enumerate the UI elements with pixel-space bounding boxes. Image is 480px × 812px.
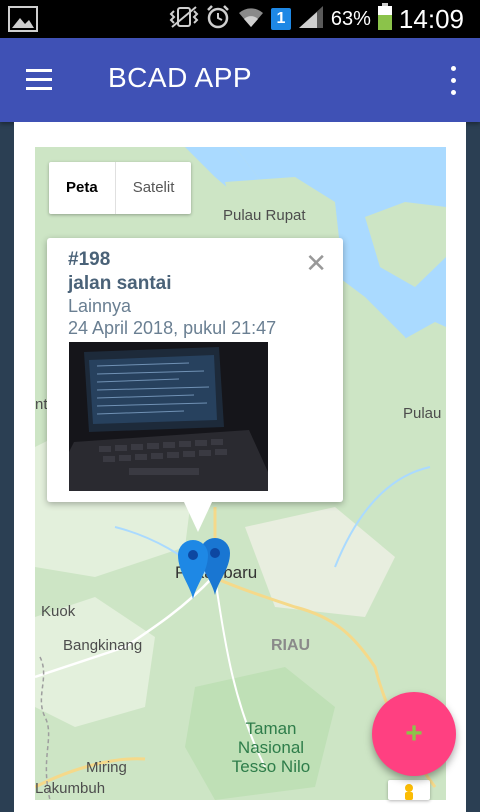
- image-notification-icon: [8, 6, 38, 37]
- map-label-left-edge: nt: [35, 396, 48, 413]
- street-view-pegman-icon[interactable]: [388, 780, 430, 800]
- map-label-pulau: Pulau: [403, 405, 442, 422]
- more-vert-icon[interactable]: [446, 64, 460, 98]
- clock: 14:09: [398, 3, 464, 34]
- battery-icon: [377, 2, 393, 36]
- map-type-control: Peta Satelit: [49, 162, 192, 214]
- report-title: jalan santai: [68, 273, 172, 294]
- battery-percent: 63%: [330, 7, 371, 30]
- map-pin-icon[interactable]: [178, 539, 208, 604]
- map-type-peta[interactable]: Peta: [49, 162, 116, 214]
- plus-icon: +: [405, 717, 423, 750]
- map-label-pulau-rupat: Pulau Rupat: [223, 207, 306, 224]
- report-photo[interactable]: [69, 342, 268, 491]
- close-icon[interactable]: ✕: [305, 250, 327, 276]
- alarm-icon: [205, 4, 231, 35]
- report-id: #198: [68, 249, 111, 270]
- status-bar: 1 63% 14:09: [0, 0, 480, 38]
- info-window-tail: [184, 502, 212, 532]
- map-label-kuok: Kuok: [41, 603, 76, 620]
- vibrate-icon: [169, 5, 199, 34]
- map-label-lakumbuh: Lakumbuh: [35, 780, 106, 797]
- report-date: 24 April 2018, pukul 21:47: [68, 318, 277, 338]
- wifi-icon: [237, 5, 265, 34]
- report-category: Lainnya: [68, 296, 132, 316]
- laptop-photo-image: [69, 342, 268, 491]
- map-label-miring: Miring: [86, 759, 127, 776]
- app-bar: BCAD APP: [0, 38, 480, 122]
- map-label-riau: RIAU: [271, 637, 311, 654]
- map-type-satelit[interactable]: Satelit: [116, 162, 192, 214]
- signal-icon: [297, 4, 325, 35]
- app-title: BCAD APP: [108, 62, 253, 93]
- map-label-bangkinang: Bangkinang: [63, 637, 143, 654]
- sim-badge-icon: 1: [270, 8, 291, 30]
- map-label-taman-nasional: Taman Nasional Tesso Nilo: [231, 719, 311, 776]
- marker-info-window: ✕ #198 jalan santai Lainnya 24 April 201…: [47, 238, 343, 532]
- hamburger-menu-icon[interactable]: [18, 60, 58, 100]
- add-report-button[interactable]: +: [372, 692, 456, 776]
